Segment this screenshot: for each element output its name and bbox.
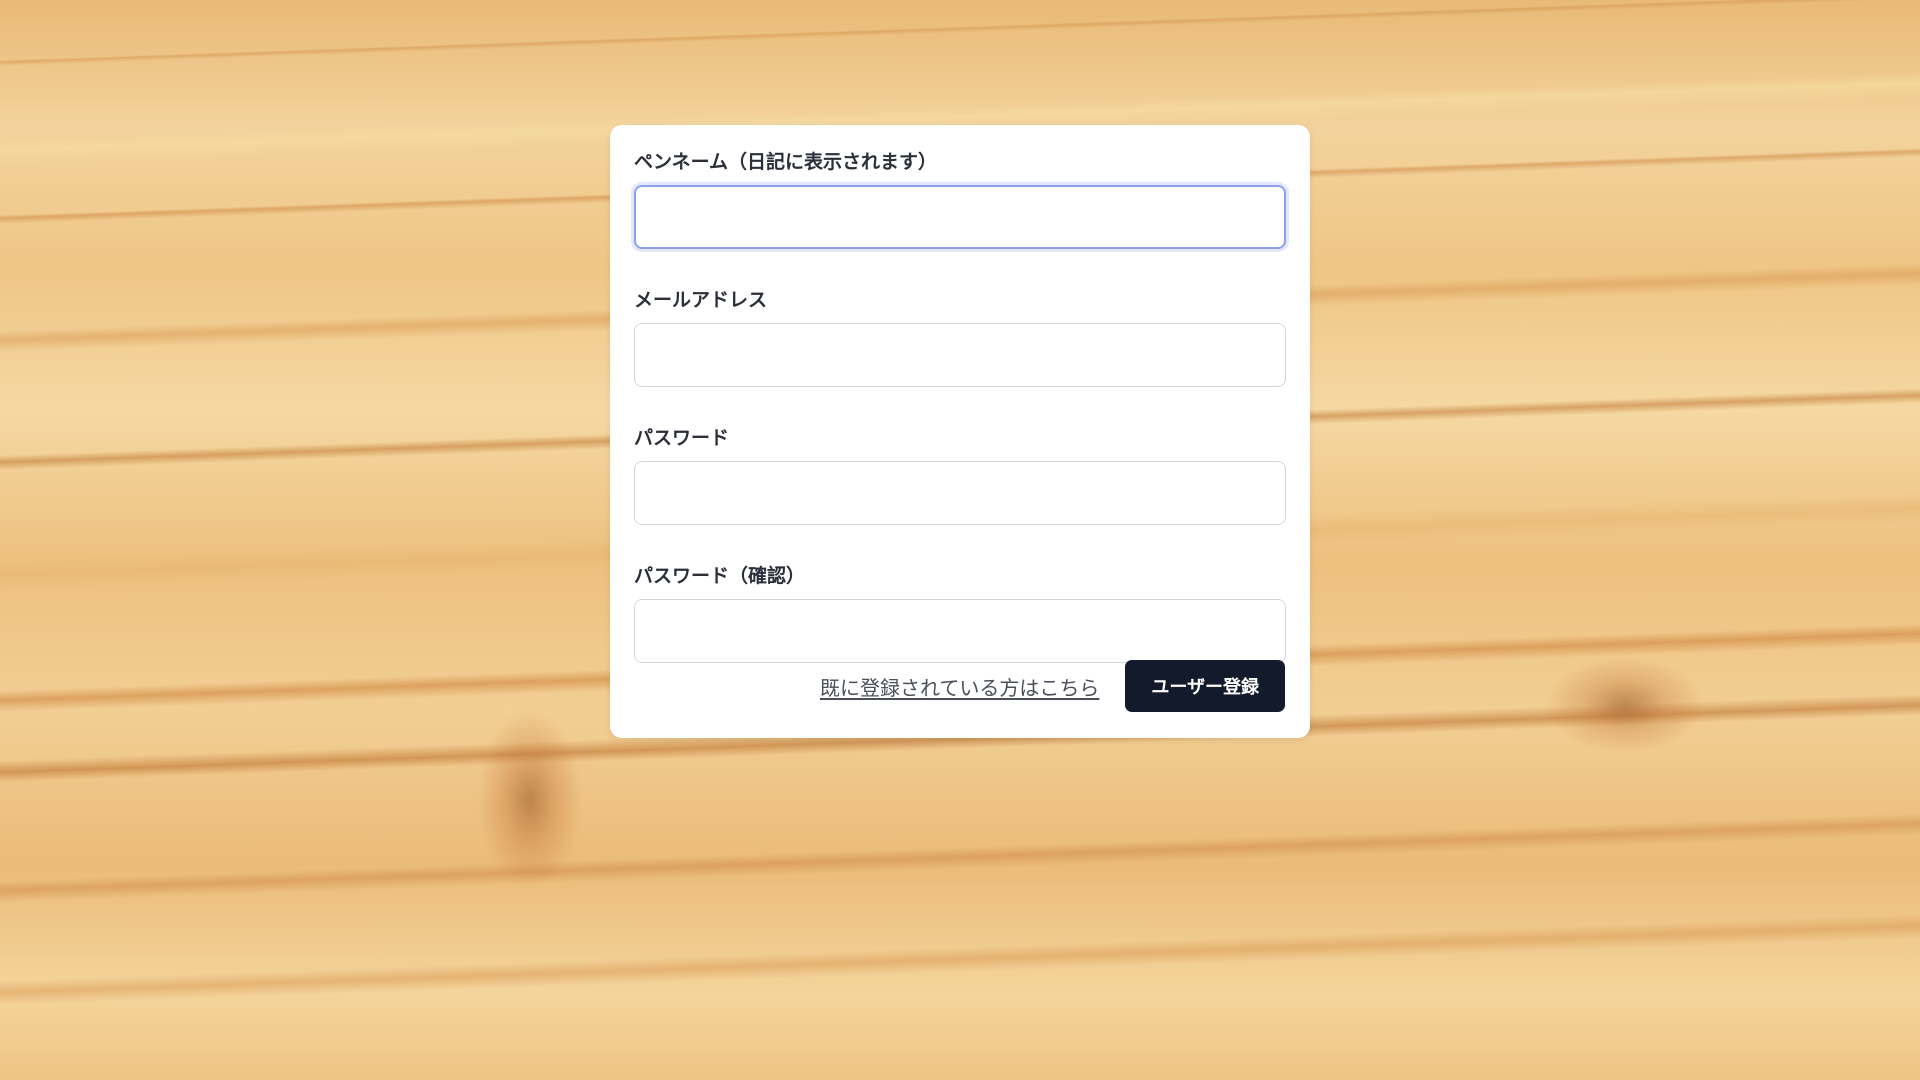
- password-confirm-field: パスワード（確認）: [634, 563, 1286, 663]
- password-confirm-label: パスワード（確認）: [634, 565, 806, 587]
- email-label: メールアドレス: [634, 289, 768, 311]
- form-actions: 既に登録されている方はこちら ユーザー登録: [820, 660, 1285, 712]
- pen-name-input[interactable]: [634, 185, 1286, 249]
- registration-card: ペンネーム（日記に表示されます） メールアドレス パスワード パスワード（確認）…: [610, 125, 1310, 738]
- password-field: パスワード: [634, 425, 1286, 525]
- email-field: メールアドレス: [634, 287, 1286, 387]
- pen-name-label: ペンネーム（日記に表示されます）: [634, 151, 938, 173]
- pen-name-field: ペンネーム（日記に表示されます）: [634, 149, 1286, 249]
- email-input[interactable]: [634, 323, 1286, 387]
- password-confirm-input[interactable]: [634, 599, 1286, 663]
- already-registered-link[interactable]: 既に登録されている方はこちら: [820, 672, 1099, 701]
- password-input[interactable]: [634, 461, 1286, 525]
- register-button[interactable]: ユーザー登録: [1125, 660, 1285, 712]
- page-background: { "form": { "fields": [ {"label": "ペンネーム…: [0, 0, 1920, 1080]
- password-label: パスワード: [634, 427, 730, 449]
